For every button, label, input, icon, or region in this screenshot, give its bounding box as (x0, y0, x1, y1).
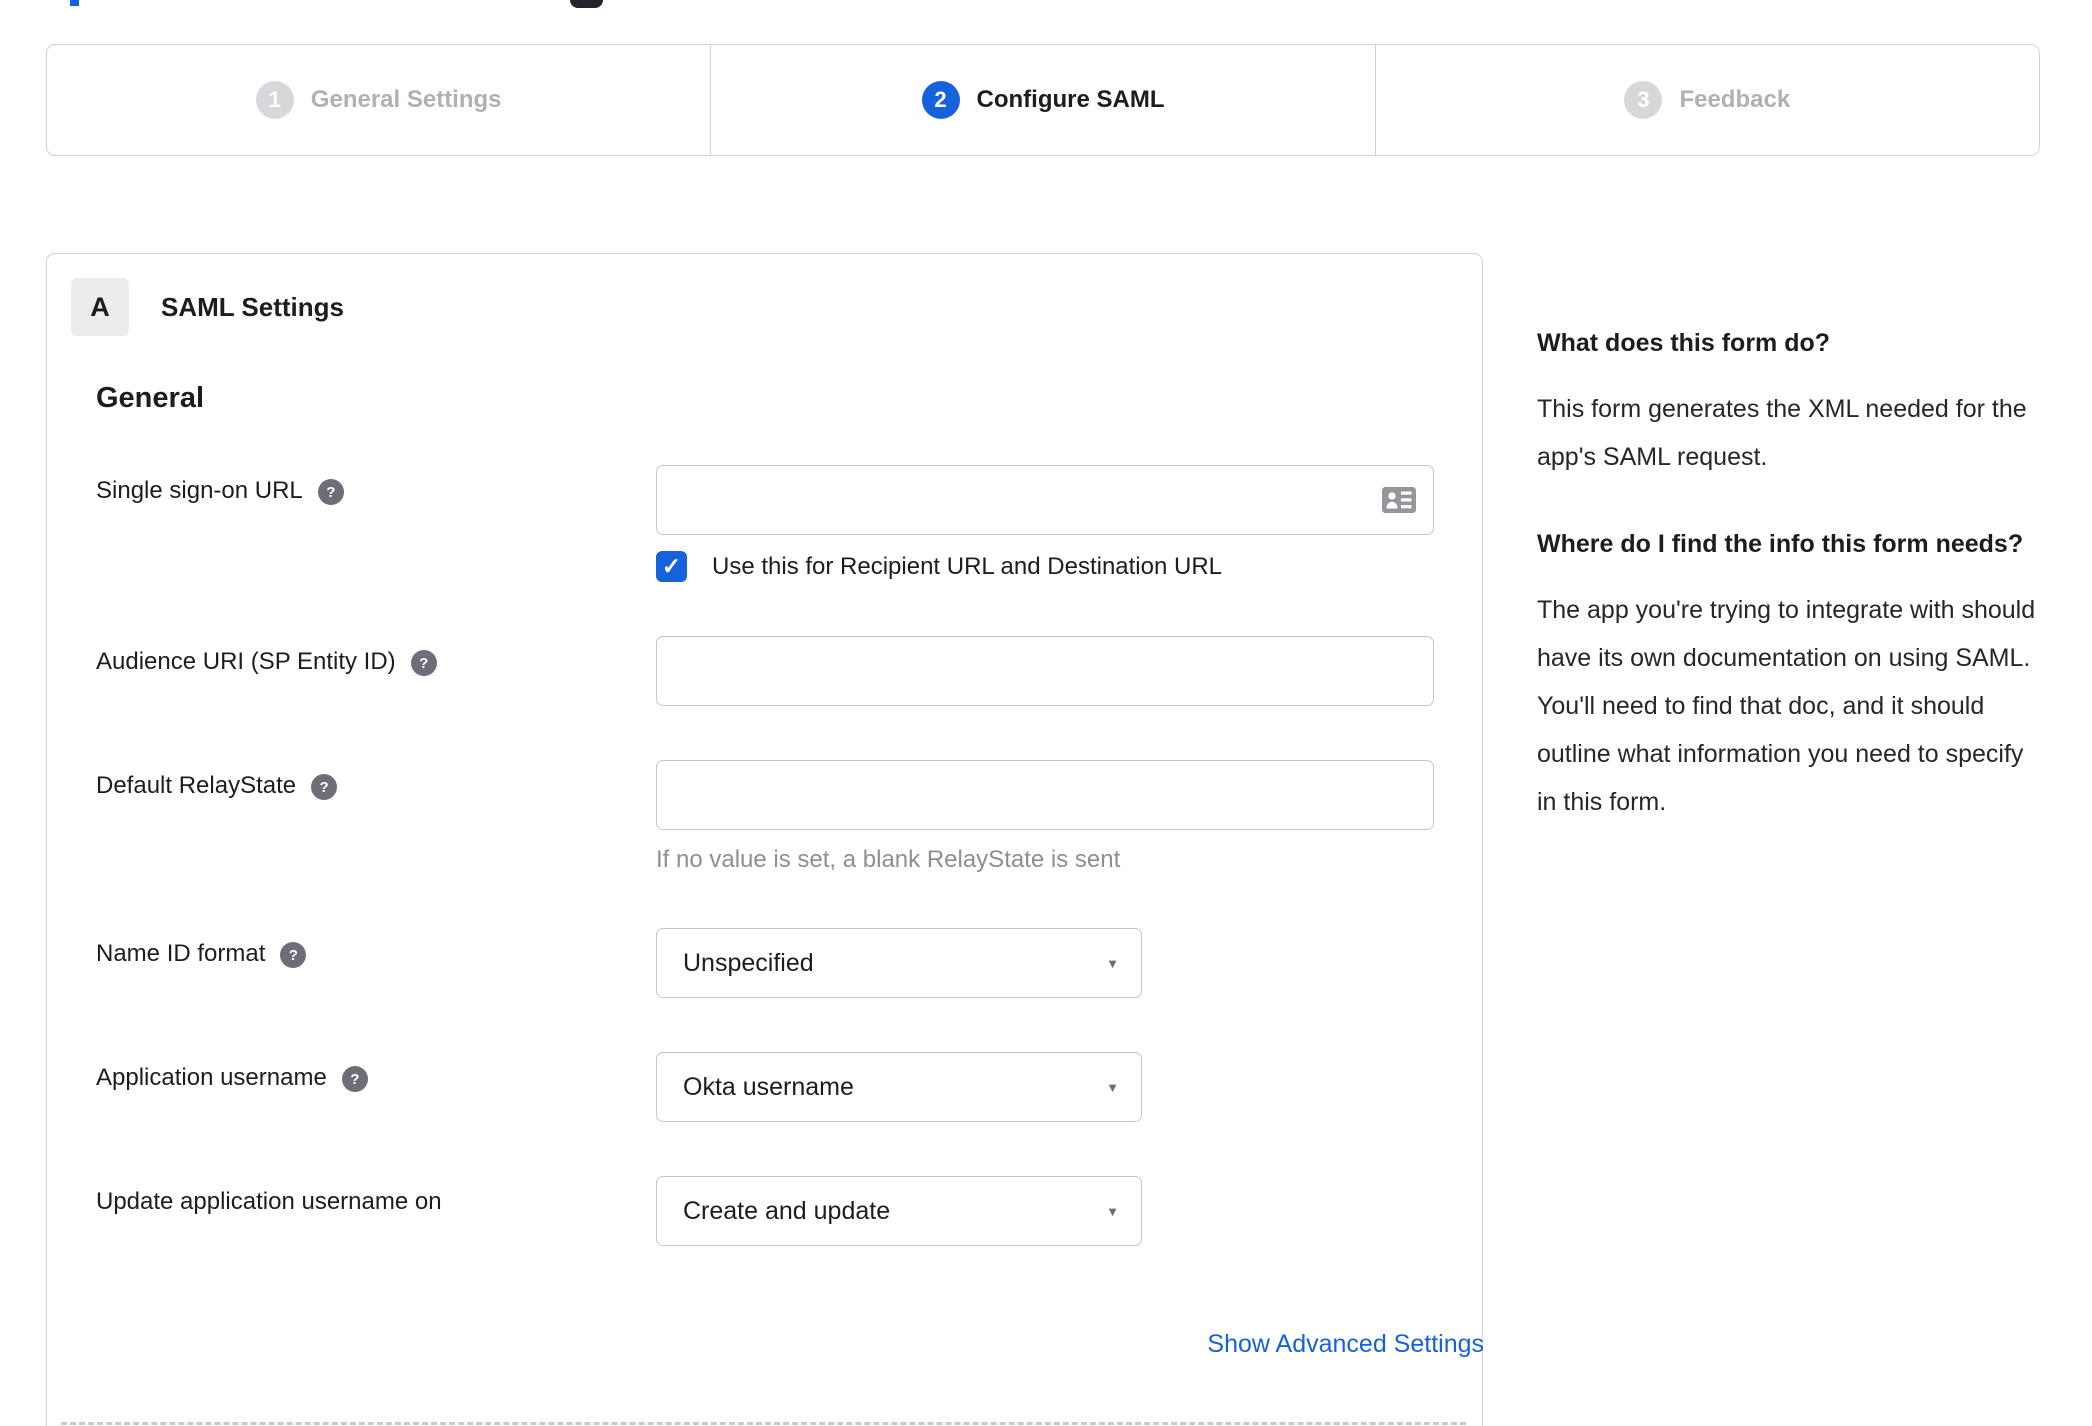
default-relaystate-input[interactable] (656, 760, 1434, 830)
field-label: Single sign-on URL (96, 477, 303, 504)
section-a-badge: A (71, 278, 129, 336)
help-icon[interactable]: ? (280, 942, 307, 968)
single-sign-on-url-input[interactable] (656, 465, 1434, 535)
audience-uri-input[interactable] (656, 636, 1434, 706)
checkbox-label[interactable]: Use this for Recipient URL and Destinati… (712, 553, 1222, 581)
chevron-down-icon: ▼ (1106, 955, 1119, 971)
help-block-where: Where do I find the info this form needs… (1537, 526, 2037, 826)
field-label: Audience URI (SP Entity ID) (96, 648, 396, 675)
step-configure-saml[interactable]: 2 Configure SAML (710, 45, 1374, 155)
update-application-username-select[interactable]: Create and update ▼ (656, 1176, 1142, 1246)
step-feedback[interactable]: 3 Feedback (1374, 45, 2039, 155)
field-label-wrap: Application username ? (96, 1052, 656, 1122)
field-row-single-sign-on-url: Single sign-on URL ? ✓ Use this for Reci… (96, 465, 1482, 582)
help-heading: Where do I find the info this form needs… (1537, 530, 2024, 558)
field-row-update-application-username: Update application username on Create an… (96, 1176, 1482, 1246)
wizard-stepper: 1 General Settings 2 Configure SAML 3 Fe… (46, 44, 2040, 156)
recipient-url-checkbox-row: ✓ Use this for Recipient URL and Destina… (656, 551, 1482, 582)
advanced-settings-row: Show Advanced Settings (96, 1330, 1484, 1359)
chevron-down-icon: ▼ (1106, 1079, 1119, 1095)
panel-title: SAML Settings (161, 291, 344, 322)
help-icon[interactable]: ? (311, 774, 338, 800)
help-block-what: What does this form do? This form genera… (1537, 325, 2037, 481)
recipient-url-checkbox[interactable]: ✓ (656, 551, 687, 582)
general-group-heading: General (96, 382, 204, 414)
help-body: The app you're trying to integrate with … (1537, 596, 2036, 816)
cut-off-tab-indicator (70, 0, 79, 6)
field-row-application-username: Application username ? Okta username ▼ (96, 1052, 1482, 1122)
name-id-format-select[interactable]: Unspecified ▼ (656, 928, 1142, 998)
step-number-badge: 1 (255, 81, 294, 119)
step-number-badge: 2 (921, 81, 960, 119)
saml-form: Single sign-on URL ? ✓ Use this for Reci… (96, 465, 1484, 1359)
step-label: Configure SAML (976, 86, 1165, 113)
help-icon[interactable]: ? (317, 479, 344, 505)
step-label: General Settings (310, 86, 502, 113)
step-label: Feedback (1679, 86, 1791, 113)
field-label-wrap: Default RelayState ? (96, 760, 656, 874)
saml-settings-panel: A SAML Settings General Single sign-on U… (46, 253, 1484, 1426)
cut-off-icon-fragment (570, 0, 603, 8)
step-number-badge: 3 (1624, 81, 1663, 119)
chevron-down-icon: ▼ (1106, 1203, 1119, 1219)
field-row-default-relaystate: Default RelayState ? If no value is set,… (96, 760, 1482, 874)
section-dashed-divider (61, 1422, 1466, 1425)
field-label: Default RelayState (96, 772, 297, 799)
select-value: Okta username (683, 1072, 854, 1101)
step-general-settings[interactable]: 1 General Settings (47, 45, 710, 155)
help-icon[interactable]: ? (341, 1066, 368, 1092)
field-label: Name ID format (96, 940, 266, 967)
help-body: This form generates the XML needed for t… (1537, 395, 2027, 471)
application-username-select[interactable]: Okta username ▼ (656, 1052, 1142, 1122)
field-label-wrap: Update application username on (96, 1176, 656, 1246)
help-sidebar: What does this form do? This form genera… (1537, 325, 2037, 826)
select-value: Unspecified (683, 948, 814, 977)
contact-card-icon[interactable] (1382, 487, 1416, 513)
field-row-audience-uri: Audience URI (SP Entity ID) ? (96, 636, 1482, 706)
field-label: Application username (96, 1064, 327, 1091)
relaystate-hint: If no value is set, a blank RelayState i… (656, 846, 1121, 873)
field-label-wrap: Name ID format ? (96, 928, 656, 998)
field-label: Update application username on (96, 1188, 442, 1215)
help-icon[interactable]: ? (410, 650, 437, 676)
field-label-wrap: Single sign-on URL ? (96, 465, 656, 582)
select-value: Create and update (683, 1196, 891, 1225)
panel-header: A SAML Settings (71, 278, 1482, 336)
field-label-wrap: Audience URI (SP Entity ID) ? (96, 636, 656, 706)
help-heading: What does this form do? (1537, 329, 1831, 357)
show-advanced-settings-link[interactable]: Show Advanced Settings (1207, 1330, 1484, 1358)
field-row-name-id-format: Name ID format ? Unspecified ▼ (96, 928, 1482, 998)
